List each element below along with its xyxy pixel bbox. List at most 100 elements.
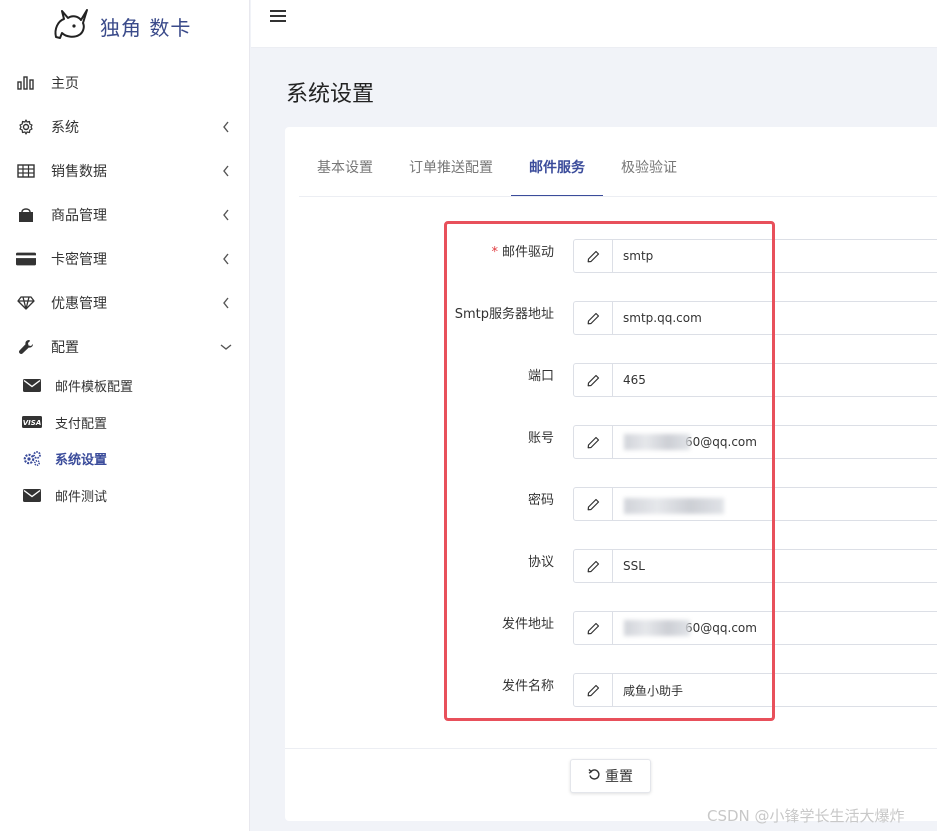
field-label: 端口 — [527, 369, 554, 384]
svg-text:VISA: VISA — [23, 419, 41, 427]
sidebar-item-label: 配置 — [51, 340, 79, 356]
sidebar-item-sales-data[interactable]: 销售数据 — [0, 151, 250, 191]
chevron-left-icon — [219, 252, 233, 266]
pencil-icon — [574, 488, 613, 520]
visa-card-icon: VISA — [22, 414, 42, 430]
sidebar-item-system[interactable]: 系统 — [0, 107, 250, 147]
sidebar-item-label: 系统 — [51, 120, 79, 136]
sidebar-item-product-management[interactable]: 商品管理 — [0, 195, 250, 235]
reset-button[interactable]: 重置 — [570, 759, 651, 793]
required-marker: * — [491, 245, 498, 260]
wrench-icon — [16, 337, 36, 357]
undo-icon — [588, 768, 601, 785]
sidebar-item-card-key-management[interactable]: 卡密管理 — [0, 239, 250, 279]
sidebar-subitem-label: 支付配置 — [55, 416, 108, 432]
sidebar-item-discount-management[interactable]: 优惠管理 — [0, 283, 250, 323]
sidebar-item-label: 销售数据 — [51, 164, 107, 180]
port-input[interactable] — [613, 364, 937, 396]
reset-button-label: 重置 — [605, 769, 633, 785]
port-field — [573, 363, 937, 397]
account-field — [573, 425, 937, 459]
gear-icon — [16, 117, 36, 137]
field-label: 协议 — [527, 555, 554, 570]
sidebar-subitem-email-test[interactable]: 邮件测试 — [0, 479, 250, 511]
pencil-icon — [574, 550, 613, 582]
sidebar-subitem-label: 邮件模板配置 — [55, 379, 134, 395]
field-label: 密码 — [527, 493, 554, 508]
form-row-protocol: 协议 — [285, 549, 937, 583]
sidebar-item-label: 优惠管理 — [51, 296, 107, 312]
sidebar: 独角 数卡 主页 系统 销售数据 商品管理 卡密管理 优惠管理 配置 邮件模板配… — [0, 0, 250, 831]
watermark: CSDN @小锋学长生活大爆炸 — [707, 807, 905, 825]
topbar — [251, 0, 937, 48]
card-footer-divider — [285, 748, 937, 749]
tab-order-push-config[interactable]: 订单推送配置 — [391, 151, 511, 197]
tab-geetest-verification[interactable]: 极验验证 — [603, 151, 695, 197]
tab-basic-settings[interactable]: 基本设置 — [299, 151, 391, 197]
hamburger-menu-icon[interactable] — [270, 8, 286, 24]
chevron-left-icon — [219, 120, 233, 134]
chevron-left-icon — [219, 208, 233, 222]
smtp-host-field — [573, 301, 937, 335]
field-label: 账号 — [527, 431, 554, 446]
settings-card: 基本设置 订单推送配置 邮件服务 极验验证 *邮件驱动 Smtp服务器地址 端口… — [285, 127, 937, 821]
pencil-icon — [574, 364, 613, 396]
pencil-icon — [574, 426, 613, 458]
sidebar-subitem-payment-config[interactable]: VISA 支付配置 — [0, 406, 250, 438]
protocol-field — [573, 549, 937, 583]
credit-card-icon — [16, 249, 36, 269]
sidebar-subitem-label: 系统设置 — [55, 452, 108, 468]
unicorn-logo-icon — [52, 7, 90, 45]
mail-driver-input[interactable] — [613, 240, 937, 272]
sidebar-item-label: 卡密管理 — [51, 252, 107, 268]
sidebar-item-home[interactable]: 主页 — [0, 63, 250, 103]
app-logo[interactable]: 独角 数卡 — [52, 8, 191, 44]
gears-icon — [22, 450, 42, 466]
form-row-account: 账号 — [285, 425, 937, 459]
settings-tabs: 基本设置 订单推送配置 邮件服务 极验验证 — [299, 151, 695, 197]
redaction-blur — [624, 620, 690, 636]
field-label: * 邮件驱动 — [491, 245, 554, 260]
pencil-icon — [574, 674, 613, 706]
page-title: 系统设置 — [286, 82, 375, 107]
sidebar-item-label: 商品管理 — [51, 208, 107, 224]
envelope-icon — [22, 377, 42, 393]
form-row-port: 端口 — [285, 363, 937, 397]
smtp-host-input[interactable] — [613, 302, 937, 334]
sidebar-item-configuration[interactable]: 配置 — [0, 327, 250, 367]
form-row-sender-address: 发件地址 — [285, 611, 937, 645]
password-field — [573, 487, 937, 521]
form-row-password: 密码 — [285, 487, 937, 521]
sender-name-input[interactable] — [613, 674, 937, 706]
redaction-blur — [624, 434, 690, 450]
sidebar-subitem-system-settings[interactable]: 系统设置 — [0, 442, 250, 474]
sidebar-subitem-email-template[interactable]: 邮件模板配置 — [0, 369, 250, 401]
app-logo-text: 独角 数卡 — [100, 15, 192, 40]
field-label: 发件地址 — [501, 617, 554, 632]
diamond-icon — [16, 293, 36, 313]
redaction-blur — [624, 498, 724, 514]
shopping-bag-icon — [16, 205, 36, 225]
sender-address-field — [573, 611, 937, 645]
field-label: Smtp服务器地址 — [454, 307, 554, 322]
table-icon — [16, 161, 36, 181]
chevron-left-icon — [219, 296, 233, 310]
form-row-sender-name: 发件名称 — [285, 673, 937, 707]
tab-email-service[interactable]: 邮件服务 — [511, 151, 603, 197]
chevron-left-icon — [219, 164, 233, 178]
pencil-icon — [574, 612, 613, 644]
bar-chart-icon — [16, 73, 36, 93]
pencil-icon — [574, 240, 613, 272]
pencil-icon — [574, 302, 613, 334]
sidebar-subitem-label: 邮件测试 — [55, 489, 108, 505]
form-row-mail-driver: * 邮件驱动 — [285, 239, 937, 273]
sidebar-item-label: 主页 — [51, 76, 79, 92]
chevron-down-icon — [219, 340, 233, 354]
tab-divider — [299, 196, 937, 197]
field-label: 发件名称 — [501, 679, 554, 694]
form-row-smtp-host: Smtp服务器地址 — [285, 301, 937, 335]
envelope-icon — [22, 487, 42, 503]
protocol-input[interactable] — [613, 550, 937, 582]
mail-driver-field — [573, 239, 937, 273]
sender-name-field — [573, 673, 937, 707]
